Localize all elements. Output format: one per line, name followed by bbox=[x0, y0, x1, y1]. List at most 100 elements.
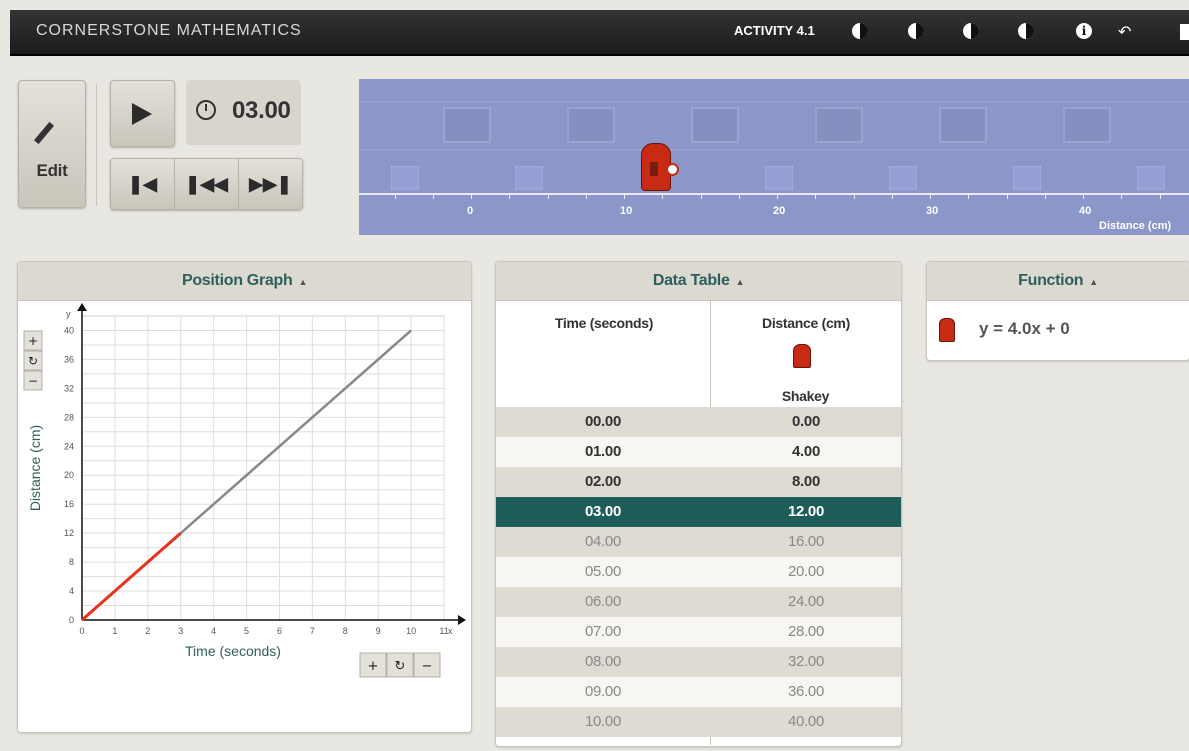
cell-distance: 12.00 bbox=[787, 503, 825, 520]
function-header[interactable]: Function ▲ bbox=[927, 262, 1189, 301]
axis-tick-label: 40 bbox=[1079, 205, 1092, 217]
x-tick-label: 7 bbox=[310, 626, 315, 636]
table-row[interactable]: 10.00 40.00 bbox=[496, 707, 901, 737]
step-forward-button[interactable]: ▶▶❚ bbox=[239, 159, 302, 209]
timer-value: 03.00 bbox=[232, 97, 291, 124]
info-icon[interactable]: i bbox=[1076, 23, 1092, 39]
zoom-out-button[interactable]: − bbox=[23, 370, 43, 391]
zoom-in-button[interactable]: + bbox=[23, 330, 43, 351]
y-tick-label: 12 bbox=[64, 528, 74, 538]
table-row[interactable]: 01.00 4.00 bbox=[496, 437, 901, 467]
zoom-out-icon: − bbox=[28, 374, 38, 388]
contrast-icon[interactable] bbox=[908, 23, 924, 39]
cell-distance: 0.00 bbox=[792, 413, 820, 430]
axis-tick bbox=[585, 195, 587, 199]
play-button[interactable] bbox=[110, 80, 175, 147]
app-title: CORNERSTONE MATHEMATICS bbox=[36, 22, 302, 39]
edit-button[interactable]: Edit bbox=[18, 80, 86, 208]
data-table-header[interactable]: Data Table ▲ bbox=[496, 262, 901, 301]
position-graph-header[interactable]: Position Graph ▲ bbox=[18, 262, 471, 301]
axis-tick bbox=[471, 195, 472, 199]
position-graph: 0 1 2 3 4 5 6 7 8 9 10 110481216202428323640xyTime … bbox=[23, 303, 466, 678]
plot-area bbox=[81, 315, 445, 621]
x-tick-label: 2 bbox=[145, 626, 150, 636]
background-tile bbox=[515, 166, 543, 190]
axis-tick bbox=[432, 195, 434, 199]
cell-distance: 28.00 bbox=[787, 623, 825, 640]
axis-tick bbox=[853, 195, 855, 199]
caret-up-icon: ▲ bbox=[1089, 277, 1098, 287]
y-tick-label: 36 bbox=[64, 354, 74, 364]
background-tile bbox=[765, 166, 793, 190]
top-bar: CORNERSTONE MATHEMATICS ACTIVITY 4.1 i ↶ bbox=[10, 10, 1189, 56]
skip-start-icon: ❚◀ bbox=[128, 174, 157, 194]
x-tick-label: 10 bbox=[406, 626, 416, 636]
table-rows: 00.00 0.00 01.00 4.00 02.00 8.00 03.00 12.00 04.… bbox=[496, 407, 901, 737]
axis-tick-label: 30 bbox=[926, 205, 939, 217]
x-tick-label: 4 bbox=[211, 626, 216, 636]
axis-tick bbox=[815, 195, 817, 199]
distance-axis-label: Distance (cm) bbox=[1099, 220, 1172, 232]
stage-band bbox=[359, 101, 1189, 102]
zoom-in-button[interactable]: + bbox=[359, 652, 387, 678]
activity-button[interactable]: ACTIVITY 4.1 bbox=[734, 23, 815, 38]
zoom-out-button[interactable]: − bbox=[413, 652, 441, 678]
table-row[interactable]: 08.00 32.00 bbox=[496, 647, 901, 677]
cell-time: 05.00 bbox=[584, 563, 622, 580]
y-tick-label: 8 bbox=[69, 557, 74, 567]
reset-zoom-button[interactable]: ↻ bbox=[23, 350, 43, 371]
x-axis-letter: x bbox=[448, 626, 453, 636]
table-row[interactable]: 02.00 8.00 bbox=[496, 467, 901, 497]
cell-distance: 40.00 bbox=[787, 713, 825, 730]
y-axis-arrow bbox=[77, 303, 87, 311]
step-back-button[interactable]: ❚◀◀ bbox=[175, 159, 239, 209]
x-tick-label: 5 bbox=[244, 626, 249, 636]
x-tick-label: 1 bbox=[112, 626, 117, 636]
y-tick-label: 4 bbox=[69, 586, 74, 596]
stopwatch-icon bbox=[196, 100, 216, 120]
table-row[interactable]: 07.00 28.00 bbox=[496, 617, 901, 647]
cell-distance: 36.00 bbox=[787, 683, 825, 700]
axis-tick bbox=[1044, 195, 1046, 199]
edit-label: Edit bbox=[36, 161, 68, 180]
cell-time: 01.00 bbox=[584, 443, 622, 460]
exit-icon[interactable] bbox=[1180, 24, 1189, 40]
x-tick-label: 0 bbox=[79, 626, 84, 636]
cell-time: 02.00 bbox=[584, 473, 622, 490]
contrast-icon[interactable] bbox=[1018, 23, 1034, 39]
table-row[interactable]: 06.00 24.00 bbox=[496, 587, 901, 617]
function-title: Function bbox=[1018, 272, 1084, 289]
robot-name: Shakey bbox=[781, 388, 830, 404]
background-tile bbox=[391, 166, 419, 190]
axis-tick bbox=[509, 195, 511, 199]
axis-tick bbox=[662, 195, 664, 199]
reset-zoom-button[interactable]: ↻ bbox=[386, 652, 414, 678]
step-controls: ❚◀ ❚◀◀ ▶▶❚ bbox=[110, 158, 303, 210]
back-icon[interactable]: ↶ bbox=[1118, 22, 1131, 42]
background-tile bbox=[1137, 166, 1165, 190]
axis-tick bbox=[930, 195, 931, 199]
reset-zoom-icon: ↻ bbox=[395, 659, 406, 674]
caret-up-icon: ▲ bbox=[735, 277, 745, 287]
robot-position-marker[interactable] bbox=[665, 163, 679, 176]
contrast-icon[interactable] bbox=[852, 23, 868, 39]
y-tick-label: 20 bbox=[64, 470, 74, 480]
axis-tick bbox=[394, 195, 396, 199]
contrast-icon[interactable] bbox=[963, 23, 979, 39]
divider bbox=[96, 84, 97, 206]
table-row[interactable]: 09.00 36.00 bbox=[496, 677, 901, 707]
cell-time: 08.00 bbox=[584, 653, 622, 670]
table-row[interactable]: 00.00 0.00 bbox=[496, 407, 901, 437]
background-panel bbox=[567, 107, 615, 143]
position-graph-panel: Position Graph ▲ 0 1 2 3 4 5 6 7 8 9 10 11 0 4 8 12 16 20 2… bbox=[17, 261, 472, 733]
position-graph-title: Position Graph bbox=[181, 272, 293, 289]
table-row[interactable]: 03.00 12.00 bbox=[496, 497, 901, 527]
axis-tick bbox=[777, 195, 778, 199]
skip-start-button[interactable]: ❚◀ bbox=[111, 159, 175, 209]
table-row[interactable]: 05.00 20.00 bbox=[496, 557, 901, 587]
axis-tick bbox=[968, 195, 970, 199]
x-tick-label: 8 bbox=[343, 626, 348, 636]
background-tile bbox=[889, 166, 917, 190]
robot-icon bbox=[793, 344, 811, 368]
table-row[interactable]: 04.00 16.00 bbox=[496, 527, 901, 557]
